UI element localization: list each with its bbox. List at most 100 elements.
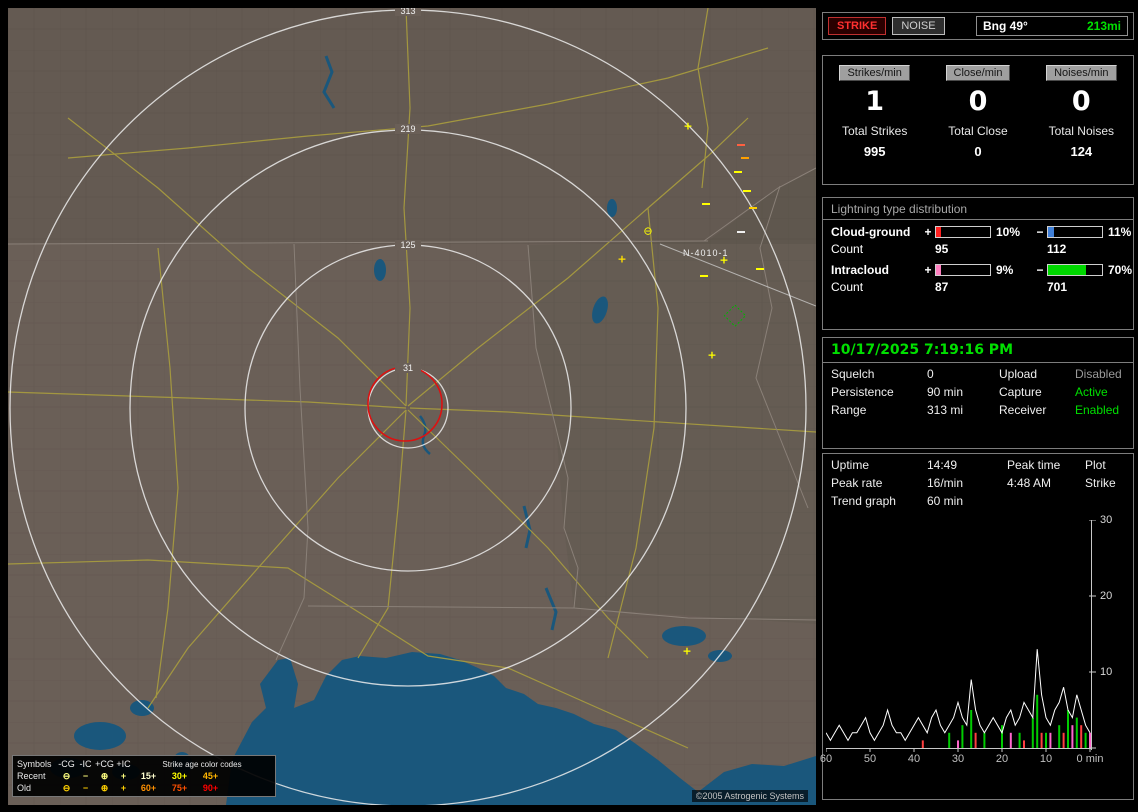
strike-symbol: + [682,646,691,657]
cg-plus-pct: 10% [991,225,1033,239]
uptime-label: Uptime [831,458,927,472]
trend-y-tick: 20 [1100,590,1112,602]
trend-plot [826,520,1098,760]
cloud-ground-count-row: Count 95 112 [823,239,1133,258]
trend-graph-label: Trend graph [831,494,927,508]
legend-col-pos-ic: +IC [114,759,133,769]
strikes-per-min-chip[interactable]: Strikes/min [839,65,909,81]
strike-symbol: + [683,121,692,132]
uptime-value: 14:49 [927,458,1007,472]
noise-button[interactable]: NOISE [892,17,944,35]
system-status-box: 10/17/2025 7:19:16 PM Squelch 0 Upload D… [822,337,1134,449]
distribution-box: Lightning type distribution Cloud-ground… [822,197,1134,330]
intracloud-row: Intracloud + 9% − 70% [823,258,1133,277]
distance-value: 213mi [1087,19,1121,33]
trend-x-tick: 10 [1040,753,1052,765]
bearing-readout: Bng 49° 213mi [976,16,1128,36]
strike-symbol [700,275,708,277]
legend-recent-label: Recent [17,771,57,781]
old-pos-ic-icon: + [114,783,133,793]
strike-symbol [743,190,751,192]
stats-row: Trend graph 60 min [823,490,1133,508]
upload-value: Disabled [1075,367,1125,381]
persistence-value: 90 min [927,385,999,399]
age-45: 45+ [195,771,226,781]
peak-time-value: 4:48 AM [1007,476,1085,490]
aircraft-callsign: N-4010-1 [683,248,729,258]
strike-symbol: ⊖ [643,226,652,237]
total-noises-value: 124 [1070,144,1092,159]
trend-x-axis-labels: 6050403020100 min [826,753,1132,767]
recent-pos-ic-icon: + [114,771,133,781]
ic-minus-pct: 70% [1103,263,1138,277]
ic-plus-pct: 9% [991,263,1033,277]
noises-per-min-column: Noises/min 0 Total Noises 124 [1030,56,1133,184]
old-pos-cg-icon: ⊕ [95,783,114,794]
trend-x-tick: 0 min [1077,753,1104,765]
legend-col-pos-cg: +CG [95,759,114,769]
minus-sign: − [1033,225,1047,239]
close-per-min-chip[interactable]: Close/min [946,65,1011,81]
bearing-value: Bng 49° [983,19,1028,33]
strike-symbol [702,203,710,205]
strike-symbol [737,144,745,146]
total-close-label: Total Close [948,124,1007,138]
cg-plus-bar-fill [936,227,941,237]
ic-minus-bar [1047,264,1103,276]
total-close-value: 0 [974,144,981,159]
nexstorm-app: 313 219 125 31 +++++⊖ N-4010-1 Symbols -… [0,0,1138,812]
strike-symbol [734,171,742,173]
recent-neg-ic-icon: − [76,771,95,781]
map-legend: Symbols -CG -IC +CG +IC Strike age color… [12,755,276,797]
plus-sign: + [921,225,935,239]
trend-x-tick: 40 [908,753,920,765]
cg-minus-bar [1047,226,1103,238]
squelch-value: 0 [927,367,999,381]
trend-box: Uptime 14:49 Peak time Plot Peak rate 16… [822,453,1134,800]
plus-sign: + [921,263,935,277]
age-75: 75+ [164,783,195,793]
trend-graph-value: 60 min [927,494,1007,508]
recent-neg-cg-icon: ⊖ [57,771,76,782]
lightning-map[interactable]: 313 219 125 31 +++++⊖ N-4010-1 Symbols -… [8,8,816,805]
trend-x-tick: 60 [820,753,832,765]
trend-y-axis-labels: 302010 [1100,520,1130,754]
receiver-value: Enabled [1075,403,1125,417]
trend-x-tick: 20 [996,753,1008,765]
cg-plus-bar [935,226,991,238]
ic-count-label: Count [831,280,921,294]
strike-button[interactable]: STRIKE [828,17,886,35]
capture-label: Capture [999,385,1075,399]
strike-symbol [741,157,749,159]
status-row: Range 313 mi Receiver Enabled [823,399,1133,417]
legend-symbols-header: Symbols [17,759,57,769]
trend-graph: 302010 6050403020100 min [823,520,1133,776]
total-noises-label: Total Noises [1049,124,1114,138]
age-15: 15+ [133,771,164,781]
receiver-label: Receiver [999,403,1075,417]
noises-per-min-chip[interactable]: Noises/min [1046,65,1116,81]
age-60: 60+ [133,783,164,793]
distribution-title: Lightning type distribution [823,198,1133,220]
trend-x-tick: 30 [952,753,964,765]
range-label: Range [831,403,927,417]
age-90: 90+ [195,783,226,793]
status-panel: STRIKE NOISE Bng 49° 213mi Strikes/min 1… [822,0,1138,812]
stats-row: Uptime 14:49 Peak time Plot [823,454,1133,472]
cg-minus-pct: 11% [1103,225,1138,239]
capture-value: Active [1075,385,1125,399]
peak-rate-value: 16/min [927,476,1007,490]
peak-rate-label: Peak rate [831,476,927,490]
strike-symbol [756,268,764,270]
strike-symbol [737,231,745,233]
upload-label: Upload [999,367,1075,381]
peak-time-label: Peak time [1007,458,1085,472]
total-strikes-label: Total Strikes [842,124,907,138]
ic-plus-bar [935,264,991,276]
strike-symbol: + [617,254,626,265]
minus-sign: − [1033,263,1047,277]
ic-plus-count: 87 [935,280,991,294]
strike-symbol: + [707,350,716,361]
recent-pos-cg-icon: ⊕ [95,771,114,782]
trend-y-tick: 10 [1100,666,1112,678]
